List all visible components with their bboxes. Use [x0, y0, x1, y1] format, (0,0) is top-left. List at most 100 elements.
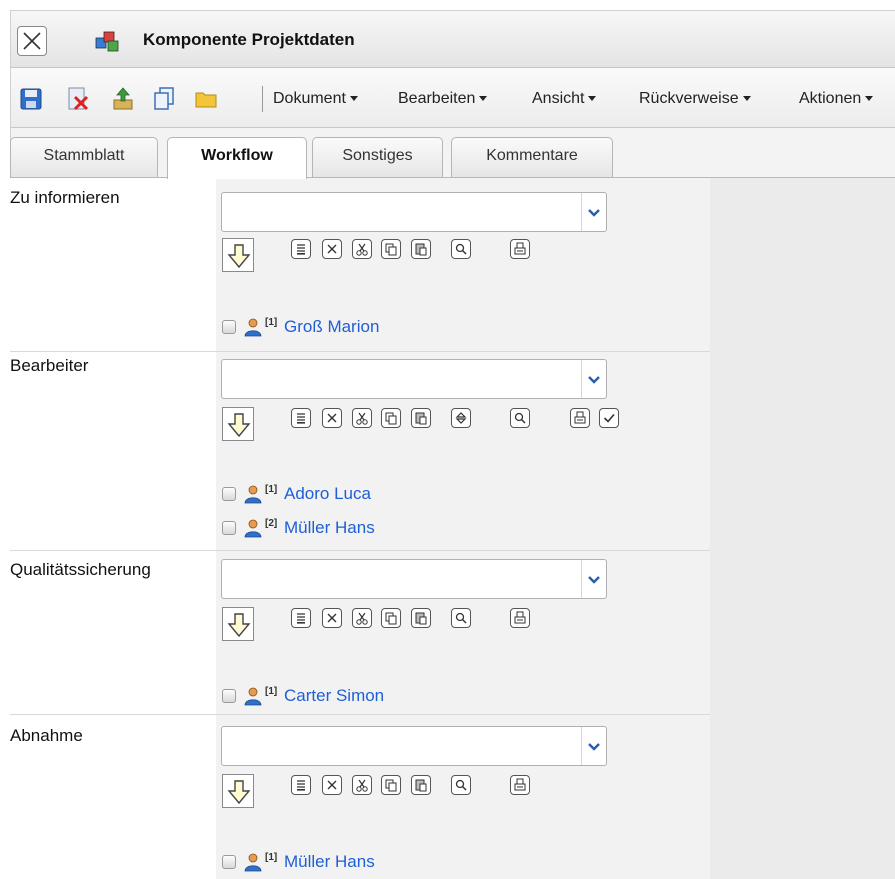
search-button[interactable] — [451, 608, 471, 628]
copy-icon — [385, 412, 397, 425]
caret-down-icon — [479, 96, 488, 102]
paste-button[interactable] — [411, 775, 431, 795]
copy-button[interactable] — [381, 408, 401, 428]
cut-button[interactable] — [352, 408, 372, 428]
menu-rueckverweise[interactable]: Rückverweise — [639, 90, 751, 108]
bearbeiter-select[interactable] — [221, 359, 607, 399]
print-button[interactable] — [570, 408, 590, 428]
search-icon — [455, 612, 467, 624]
person-link[interactable]: Müller Hans — [284, 518, 375, 538]
person-index: [1] — [265, 317, 278, 328]
abnahme-select[interactable] — [221, 726, 607, 766]
zu-informieren-select[interactable] — [221, 192, 607, 232]
print-button[interactable] — [510, 775, 530, 795]
print-icon — [514, 778, 526, 791]
cut-icon — [356, 779, 368, 792]
person-link[interactable]: Adoro Luca — [284, 484, 371, 504]
cut-icon — [356, 412, 368, 425]
confirm-button[interactable] — [599, 408, 619, 428]
tab-workflow[interactable]: Workflow — [167, 137, 307, 179]
cut-button[interactable] — [352, 608, 372, 628]
toolbar-separator — [262, 86, 263, 112]
user-icon — [244, 485, 262, 504]
print-button[interactable] — [510, 608, 530, 628]
copy-button[interactable] — [381, 239, 401, 259]
list-button[interactable] — [291, 775, 311, 795]
copy-button[interactable] — [381, 608, 401, 628]
caret-down-icon — [865, 96, 874, 102]
copy-button[interactable] — [381, 775, 401, 795]
print-button[interactable] — [510, 239, 530, 259]
paste-icon — [415, 612, 427, 625]
arrow-down-icon — [227, 613, 251, 638]
menu-aktionen[interactable]: Aktionen — [799, 90, 874, 108]
folder-icon[interactable] — [194, 86, 218, 112]
cut-button[interactable] — [352, 239, 372, 259]
list-button[interactable] — [291, 408, 311, 428]
list-button[interactable] — [291, 608, 311, 628]
combo-dropdown-button[interactable] — [581, 193, 606, 231]
remove-button[interactable] — [322, 775, 342, 795]
menu-bearbeiten[interactable]: Bearbeiten — [398, 90, 488, 108]
paste-button[interactable] — [411, 408, 431, 428]
close-icon — [23, 32, 41, 50]
remove-icon — [327, 244, 337, 254]
person-index: [1] — [265, 686, 278, 697]
paste-button[interactable] — [411, 239, 431, 259]
person-checkbox[interactable] — [222, 689, 236, 703]
remove-icon — [327, 413, 337, 423]
chevron-down-icon — [588, 209, 600, 217]
add-down-button[interactable] — [222, 774, 254, 808]
menu-dokument[interactable]: Dokument — [273, 90, 358, 108]
person-link[interactable]: Groß Marion — [284, 317, 379, 337]
combo-dropdown-button[interactable] — [581, 360, 606, 398]
section-label-zu-informieren: Zu informieren — [10, 188, 120, 207]
list-icon — [297, 244, 305, 255]
print-icon — [514, 611, 526, 624]
list-icon — [297, 413, 305, 424]
delete-icon[interactable] — [66, 86, 90, 112]
save-icon[interactable] — [19, 86, 43, 112]
person-checkbox[interactable] — [222, 855, 236, 869]
paste-icon — [415, 412, 427, 425]
print-icon — [574, 411, 586, 424]
person-checkbox[interactable] — [222, 521, 236, 535]
person-link[interactable]: Müller Hans — [284, 852, 375, 872]
chevron-down-icon — [588, 376, 600, 384]
export-icon[interactable] — [111, 86, 135, 112]
user-icon — [244, 519, 262, 538]
cut-button[interactable] — [352, 775, 372, 795]
person-checkbox[interactable] — [222, 487, 236, 501]
list-button[interactable] — [291, 239, 311, 259]
arrow-down-icon — [227, 780, 251, 805]
tab-kommentare[interactable]: Kommentare — [451, 137, 613, 177]
combo-dropdown-button[interactable] — [581, 560, 606, 598]
list-icon — [297, 780, 305, 791]
section-label-abnahme: Abnahme — [10, 726, 83, 745]
add-down-button[interactable] — [222, 607, 254, 641]
user-icon — [244, 318, 262, 337]
window-title: Komponente Projektdaten — [143, 30, 355, 49]
print-icon — [514, 242, 526, 255]
remove-button[interactable] — [322, 239, 342, 259]
paste-button[interactable] — [411, 608, 431, 628]
remove-button[interactable] — [322, 408, 342, 428]
check-icon — [603, 413, 615, 423]
remove-button[interactable] — [322, 608, 342, 628]
close-button[interactable] — [17, 26, 47, 56]
combo-dropdown-button[interactable] — [581, 727, 606, 765]
search-button[interactable] — [451, 239, 471, 259]
qualitaetssicherung-select[interactable] — [221, 559, 607, 599]
sort-button[interactable] — [451, 408, 471, 428]
menu-ansicht[interactable]: Ansicht — [532, 90, 597, 108]
person-checkbox[interactable] — [222, 320, 236, 334]
add-down-button[interactable] — [222, 407, 254, 441]
person-index: [1] — [265, 852, 278, 863]
tab-stammblatt[interactable]: Stammblatt — [10, 137, 158, 177]
copy-icon[interactable] — [151, 86, 175, 112]
add-down-button[interactable] — [222, 238, 254, 272]
tab-sonstiges[interactable]: Sonstiges — [312, 137, 443, 177]
search-button[interactable] — [451, 775, 471, 795]
search-button[interactable] — [510, 408, 530, 428]
person-link[interactable]: Carter Simon — [284, 686, 384, 706]
